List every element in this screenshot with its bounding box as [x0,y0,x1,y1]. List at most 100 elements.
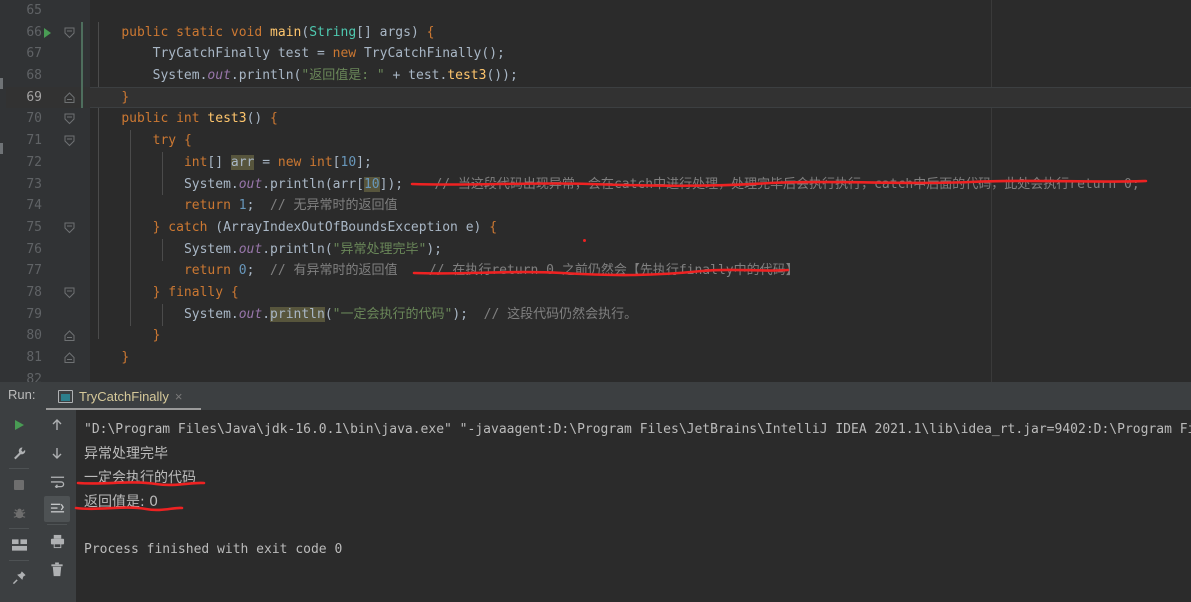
fold-collapse-icon[interactable] [64,352,75,364]
code-text: int[] arr = new int[10]; [183,154,372,170]
pin-icon[interactable] [6,564,32,590]
code-editor[interactable]: 65 66 67 68 69 70 71 72 73 74 75 76 77 78 79 80 81 82 pub… [0,0,1191,382]
gutter-line-75[interactable]: 75 [6,217,90,239]
console-line-1: "D:\Program Files\Java\jdk-16.0.1\bin\ja… [84,422,1191,437]
trash-icon[interactable] [44,556,70,582]
soft-wrap-icon[interactable] [44,468,70,494]
gutter-line-81[interactable]: 81 [6,347,90,369]
code-line-77[interactable]: return 0; // 有异常时的返回值 // 在执行return 0 之前仍… [90,260,1191,282]
print-icon[interactable] [44,528,70,554]
run-tab-trycatchfinally[interactable]: TryCatchFinally × [52,383,188,409]
gutter-line-67[interactable]: 67 [6,43,90,66]
wrench-icon[interactable] [6,440,32,466]
line-number: 82 [26,371,42,382]
line-number: 66 [26,24,42,40]
run-tab-bar: Run: TryCatchFinally × [0,382,1191,410]
gutter-line-79[interactable]: 79 [6,304,90,326]
line-number: 67 [26,46,42,62]
code-line-74[interactable]: return 1; // 无异常时的返回值 [90,195,1191,217]
code-line-72[interactable]: int[] arr = new int[10]; [90,152,1191,174]
gutter-line-72[interactable]: 72 [6,152,90,174]
code-line-70[interactable]: public int test3() { [90,108,1191,130]
run-toolbar-right[interactable] [38,410,76,602]
code-text: } finally { [152,284,239,300]
code-line-69[interactable]: } [90,86,1191,109]
console-output[interactable]: "D:\Program Files\Java\jdk-16.0.1\bin\ja… [76,410,1191,602]
code-line-65[interactable] [90,0,1191,22]
gutter-line-73[interactable]: 73 [6,174,90,196]
run-tool-window[interactable]: Run: TryCatchFinally × "D:\Program Files… [0,382,1191,602]
fold-collapse-icon[interactable] [64,92,75,104]
gutter-line-77[interactable]: 77 [6,260,90,282]
gutter-line-66[interactable]: 66 [6,21,90,44]
console-line-5 [84,514,1191,538]
fold-expand-icon[interactable] [64,135,75,147]
line-number: 69 [26,89,42,105]
code-line-78[interactable]: } finally { [90,282,1191,304]
line-number: 75 [26,219,42,235]
gutter-line-65[interactable]: 65 [6,0,90,22]
code-line-68[interactable]: System.out.println("返回值是: " + test.test3… [90,65,1191,87]
code-content[interactable]: public static void main(String[] args) {… [90,0,1191,382]
vcs-change-marker [0,143,3,154]
code-text: System.out.println(arr[10]); // 当这段代码出现异… [183,176,1140,192]
line-number: 70 [26,111,42,127]
up-arrow-icon[interactable] [44,412,70,438]
line-number: 76 [26,241,42,257]
code-line-75[interactable]: } catch (ArrayIndexOutOfBoundsException … [90,217,1191,239]
toolbar-divider [47,524,67,525]
code-line-81[interactable]: } [90,347,1191,369]
fold-expand-icon[interactable] [64,222,75,234]
code-line-79[interactable]: System.out.println("一定会执行的代码"); // 这段代码仍… [90,304,1191,326]
code-text: } catch (ArrayIndexOutOfBoundsException … [152,219,498,235]
fold-expand-icon[interactable] [64,113,75,125]
run-tab-label: TryCatchFinally [79,388,169,404]
code-text: public static void main(String[] args) { [121,24,435,40]
code-line-76[interactable]: System.out.println("异常处理完毕"); [90,239,1191,261]
gutter-line-78[interactable]: 78 [6,282,90,304]
code-text: System.out.println("一定会执行的代码"); // 这段代码仍… [183,306,638,322]
bug-icon[interactable] [6,500,32,526]
fold-expand-icon[interactable] [64,27,75,39]
fold-collapse-icon[interactable] [64,330,75,342]
console-line-4: 返回值是: 0 [84,494,159,510]
ide-window: 65 66 67 68 69 70 71 72 73 74 75 76 77 78 79 80 81 82 pub… [0,0,1191,602]
rerun-icon[interactable] [6,412,32,438]
code-line-71[interactable]: try { [90,130,1191,152]
gutter-line-71[interactable]: 71 [6,130,90,152]
code-line-80[interactable]: } [90,325,1191,347]
gutter-line-80[interactable]: 80 [6,325,90,347]
gutter-line-82[interactable]: 82 [6,369,90,382]
line-number: 80 [26,328,42,344]
gutter-line-76[interactable]: 76 [6,239,90,261]
line-number: 79 [26,306,42,322]
code-line-73[interactable]: System.out.println(arr[10]); // 当这段代码出现异… [90,174,1191,196]
line-number: 78 [26,284,42,300]
fold-expand-icon[interactable] [64,287,75,299]
indent-guide [162,304,163,326]
indent-guide [98,108,99,339]
code-text: System.out.println("返回值是: " + test.test3… [152,68,518,84]
run-gutter-icon[interactable] [44,27,51,38]
indent-guide [162,152,163,195]
gutter-line-69[interactable]: 69 [6,86,90,109]
brace-match-indicator [81,43,83,66]
line-number: 81 [26,350,42,365]
gutter-line-70[interactable]: 70 [6,108,90,130]
close-icon[interactable]: × [175,389,183,404]
stop-icon[interactable] [6,472,32,498]
console-line-2: 异常处理完毕 [84,446,168,462]
code-text: public int test3() { [121,111,278,127]
gutter-line-68[interactable]: 68 [6,65,90,87]
layout-icon[interactable] [6,532,32,558]
indent-guide [162,239,163,261]
gutter-line-74[interactable]: 74 [6,195,90,217]
run-toolbar-left[interactable] [0,410,38,602]
editor-gutter[interactable]: 65 66 67 68 69 70 71 72 73 74 75 76 77 78 79 80 81 82 [6,0,90,382]
code-line-82[interactable] [90,369,1191,382]
code-line-66[interactable]: public static void main(String[] args) { [90,22,1191,44]
scroll-to-end-icon[interactable] [44,496,70,522]
indent-guide [130,130,131,326]
code-line-67[interactable]: TryCatchFinally test = new TryCatchFinal… [90,43,1191,65]
down-arrow-icon[interactable] [44,440,70,466]
